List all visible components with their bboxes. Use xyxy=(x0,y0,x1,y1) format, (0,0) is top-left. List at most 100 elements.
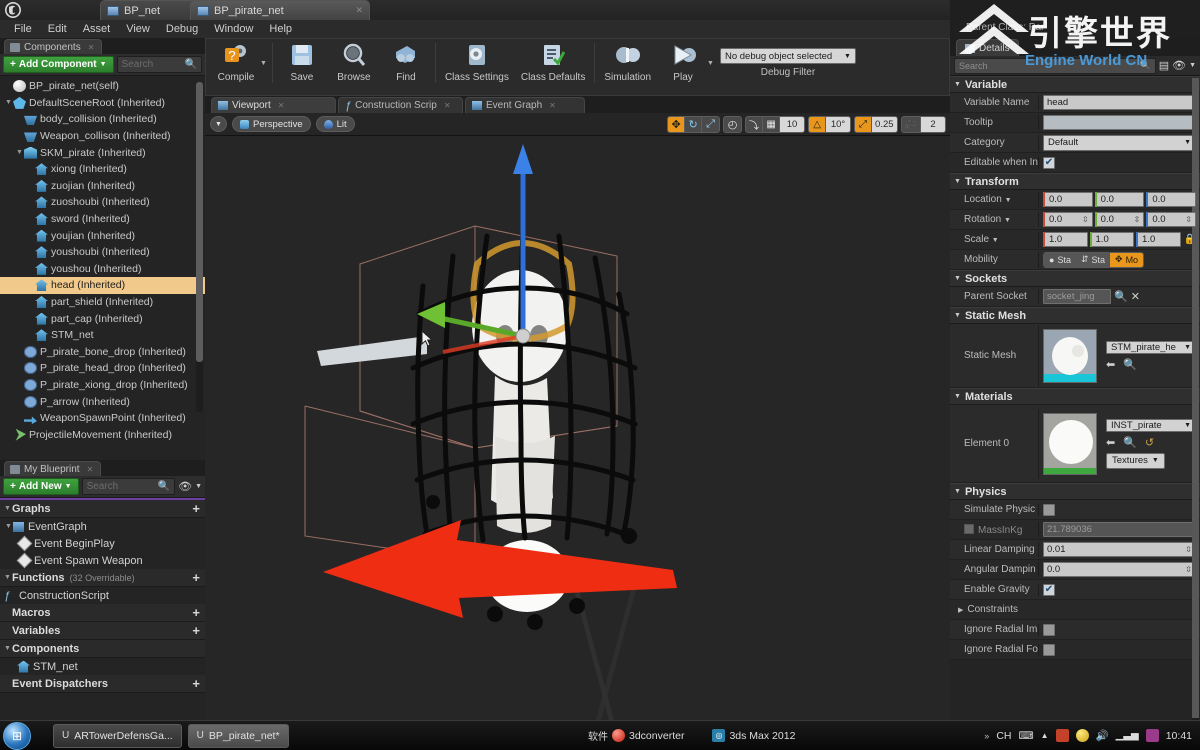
menu-help[interactable]: Help xyxy=(261,21,300,37)
spinner-icon[interactable]: ⇳ xyxy=(1082,215,1089,224)
component-tree-item[interactable]: part_cap (Inherited) xyxy=(0,310,205,327)
tab-event-graph[interactable]: Event Graph ✕ xyxy=(465,97,585,113)
component-tree-item[interactable]: P_pirate_xiong_drop (Inherited) xyxy=(0,377,205,394)
component-tree-item[interactable]: P_pirate_head_drop (Inherited) xyxy=(0,360,205,377)
component-tree-item[interactable]: BP_pirate_net(self) xyxy=(0,78,205,95)
tab-details[interactable]: Details xyxy=(956,39,1019,56)
value[interactable]: 0.0 xyxy=(1146,192,1196,207)
component-tree-item[interactable]: head (Inherited) xyxy=(0,277,205,294)
rotation-input-y[interactable]: 0.0⇳ xyxy=(1095,212,1145,227)
menu-edit[interactable]: Edit xyxy=(40,21,75,37)
eye-icon[interactable]: 👁 xyxy=(178,480,192,493)
static-mesh-asset-picker[interactable]: STM_pirate_he ▼ xyxy=(1106,341,1196,354)
component-tree-item[interactable]: P_arrow (Inherited) xyxy=(0,393,205,410)
blueprint-list-item[interactable]: Event Spawn Weapon xyxy=(0,552,205,569)
blueprint-search-input[interactable]: Search 🔍 xyxy=(82,478,176,495)
taskbar-button-artowerdefensga[interactable]: U ARTowerDefensGa... xyxy=(53,724,182,748)
component-search-input[interactable]: Search 🔍 xyxy=(117,56,202,73)
toolbar-button-compile[interactable]: ?Compile xyxy=(210,40,262,86)
browse-icon[interactable]: 🔍 xyxy=(1123,358,1137,371)
close-icon[interactable]: ✕ xyxy=(87,465,94,474)
toolbar-button-find[interactable]: Find xyxy=(380,40,432,86)
scale-tool[interactable]: ⤢ xyxy=(702,116,719,133)
toolbar-button-class-defaults[interactable]: Class Defaults xyxy=(515,40,591,86)
close-icon[interactable]: ✕ xyxy=(1131,290,1140,303)
toolbar-button-browse[interactable]: Browse xyxy=(328,40,380,86)
variable-name-input[interactable]: head xyxy=(1043,95,1196,110)
component-tree-item[interactable]: zuojian (Inherited) xyxy=(0,178,205,195)
blueprint-list-item[interactable]: ▼EventGraph xyxy=(0,518,205,535)
chevron-down-icon[interactable]: ▼ xyxy=(195,483,202,490)
menu-file[interactable]: File xyxy=(6,21,40,37)
component-tree-item[interactable]: youshoubi (Inherited) xyxy=(0,244,205,261)
filter-icon[interactable]: ▤ xyxy=(1159,59,1169,72)
toolbar-button-play[interactable]: Play xyxy=(657,40,709,86)
keyboard-icon[interactable]: ⌨ xyxy=(1018,730,1033,742)
value[interactable]: 0.0⇳ xyxy=(1146,212,1196,227)
menu-debug[interactable]: Debug xyxy=(158,21,206,37)
expand-arrow-icon[interactable]: ▼ xyxy=(4,99,13,106)
component-tree-item[interactable]: WeaponSpawnPoint (Inherited) xyxy=(0,410,205,427)
value[interactable]: 0.0 xyxy=(1043,192,1093,207)
menu-view[interactable]: View xyxy=(118,21,158,37)
chevron-down-icon[interactable]: ▼ xyxy=(1189,62,1196,69)
component-tree-item[interactable]: part_shield (Inherited) xyxy=(0,294,205,311)
toolbar-button-class-settings[interactable]: Class Settings xyxy=(439,40,515,86)
taskbar-button-bp-pirate-net[interactable]: U BP_pirate_net* xyxy=(188,724,289,748)
section-transform[interactable]: ▼ Transform xyxy=(950,173,1200,190)
component-tree-item[interactable]: xiong (Inherited) xyxy=(0,161,205,178)
add-item-button[interactable]: + xyxy=(192,676,200,691)
details-search-input[interactable]: Search 🔍 xyxy=(954,58,1156,74)
camera-speed-icon[interactable]: 🎥 xyxy=(902,116,921,133)
value[interactable]: 0.0 xyxy=(1095,192,1145,207)
expand-arrow-icon[interactable]: ▼ xyxy=(3,645,12,652)
angle-snap-icon[interactable]: △ xyxy=(809,116,826,133)
tab-viewport[interactable]: Viewport ✕ xyxy=(211,97,336,113)
add-item-button[interactable]: + xyxy=(192,501,200,516)
expand-arrow-icon[interactable]: ▼ xyxy=(15,149,24,156)
component-tree-item[interactable]: ProjectileMovement (Inherited) xyxy=(0,426,205,443)
my-blueprint-tree[interactable]: ▼Graphs+▼EventGraphEvent BeginPlayEvent … xyxy=(0,500,205,693)
value[interactable]: 0.0⇳ xyxy=(1095,212,1145,227)
blueprint-list-item[interactable]: ƒConstructionScript xyxy=(0,587,205,604)
debug-object-dropdown[interactable]: No debug object selected▼ xyxy=(720,48,856,64)
component-tree-item[interactable]: STM_net xyxy=(0,327,205,344)
value[interactable]: 1.0 xyxy=(1090,232,1135,247)
viewport-options-button[interactable]: ▼ xyxy=(210,116,227,132)
blueprint-list-item[interactable]: STM_net xyxy=(0,658,205,675)
toolbar-dropdown-arrow[interactable]: ▼ xyxy=(260,60,267,67)
search-icon[interactable]: 🔍 xyxy=(1114,290,1128,303)
parent-socket-input[interactable]: socket_jing xyxy=(1043,289,1111,304)
textures-button[interactable]: Textures ▼ xyxy=(1106,453,1165,469)
component-tree-item[interactable]: P_pirate_bone_drop (Inherited) xyxy=(0,344,205,361)
enable-gravity-checkbox[interactable]: ✔ xyxy=(1043,584,1055,596)
translate-tool[interactable]: ✥ xyxy=(668,116,685,133)
section-variable[interactable]: ▼ Variable xyxy=(950,76,1200,93)
add-component-button[interactable]: + Add Component ▼ xyxy=(3,56,114,73)
scale-snap-icon[interactable]: ⤢ xyxy=(855,116,872,133)
component-tree[interactable]: BP_pirate_net(self)▼DefaultSceneRoot (In… xyxy=(0,76,205,456)
tray-overflow-button[interactable]: » xyxy=(984,731,989,741)
viewport-3d-canvas[interactable]: Y xyxy=(205,136,950,750)
material-asset-picker[interactable]: INST_pirate ▼ xyxy=(1106,419,1196,432)
expand-arrow-icon[interactable]: ▼ xyxy=(4,523,13,530)
mobility-option-1[interactable]: ⇵Sta xyxy=(1076,253,1110,267)
close-icon[interactable]: ✕ xyxy=(88,43,95,52)
spinner-icon[interactable]: ⇳ xyxy=(1185,565,1192,574)
linear-damping-input[interactable]: 0.01⇳ xyxy=(1043,542,1196,557)
ignore-radial-fo-checkbox[interactable] xyxy=(1043,644,1055,656)
component-tree-item[interactable]: youjian (Inherited) xyxy=(0,227,205,244)
surface-snap-icon[interactable]: ⤵ xyxy=(746,116,763,133)
rotation-input-z[interactable]: 0.0⇳ xyxy=(1146,212,1196,227)
static-mesh-thumbnail[interactable] xyxy=(1043,329,1097,383)
camera-mode-button[interactable]: Perspective xyxy=(232,116,311,132)
details-scrollbar[interactable] xyxy=(1192,78,1199,733)
update-icon[interactable] xyxy=(1056,729,1069,742)
eye-icon[interactable]: 👁 xyxy=(1172,59,1186,72)
section-physics[interactable]: ▼ Physics xyxy=(950,483,1200,500)
category-dropdown[interactable]: Default ▼ xyxy=(1043,135,1196,151)
ime-indicator[interactable]: CH xyxy=(996,730,1011,742)
expand-arrow-icon[interactable]: ▼ xyxy=(3,505,12,512)
add-new-button[interactable]: + Add New ▼ xyxy=(3,478,79,495)
material-thumbnail[interactable] xyxy=(1043,413,1097,475)
